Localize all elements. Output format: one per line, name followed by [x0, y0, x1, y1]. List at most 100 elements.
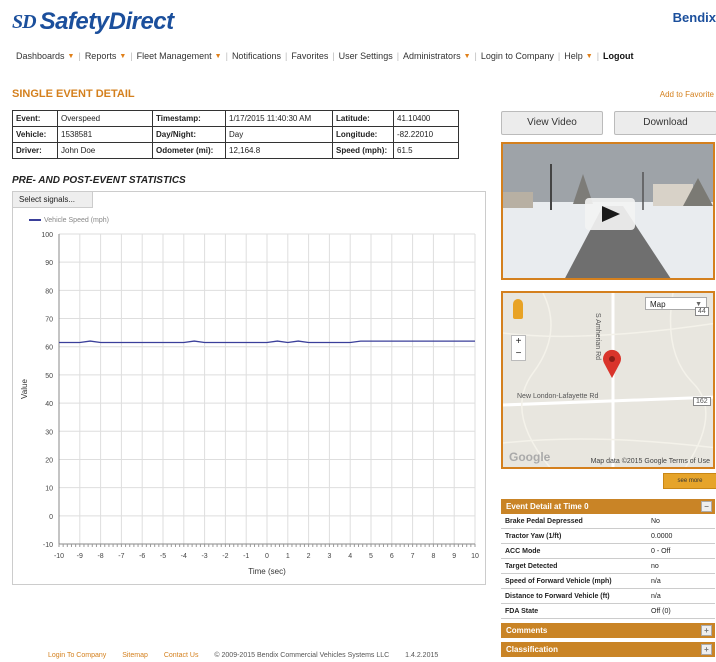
- x-tick-label: -4: [181, 553, 187, 560]
- y-tick-label: 60: [45, 345, 53, 352]
- detail-value: 0.0000: [647, 528, 715, 544]
- add-to-favorite-link[interactable]: Add to Favorite: [660, 90, 714, 99]
- chart-container: Select signals... -10 -9 -8 -7 -6 -5 -4 -3 -2 -1 0…: [12, 191, 486, 585]
- detail-label: Target Detected: [501, 558, 647, 574]
- map-type-label: Map: [650, 300, 666, 309]
- nav-dashboards[interactable]: Dashboards ▼: [12, 51, 78, 61]
- play-icon: [602, 206, 620, 222]
- table-row: Distance to Forward Vehicle (ft) n/a: [501, 588, 715, 604]
- table-row: ACC Mode 0 - Off: [501, 543, 715, 559]
- detail-label: Tractor Yaw (1/ft): [501, 528, 647, 544]
- zoom-out-button[interactable]: −: [512, 348, 525, 360]
- y-tick-label: 0: [49, 514, 53, 521]
- see-more-button[interactable]: see more: [663, 473, 716, 489]
- main-nav: Dashboards ▼ | Reports ▼ | Fleet Managemen…: [12, 51, 638, 61]
- comments-panel: Comments +: [501, 623, 715, 638]
- x-tick-label: -6: [139, 553, 145, 560]
- x-tick-label: 8: [431, 553, 435, 560]
- view-video-button[interactable]: View Video: [501, 111, 603, 135]
- nav-user-settings[interactable]: User Settings: [335, 51, 397, 61]
- road-label-vertical: S Amherian Rd: [594, 313, 601, 361]
- download-button[interactable]: Download: [614, 111, 716, 135]
- daynight-value: Day: [225, 126, 333, 143]
- nav-help[interactable]: Help ▼: [560, 51, 596, 61]
- route-badge: 44: [695, 307, 709, 316]
- event-detail-panel: Event Detail at Time 0 − Brake Pedal Dep…: [501, 499, 715, 619]
- detail-label: Brake Pedal Depressed: [501, 514, 647, 529]
- footer-version: 1.4.2.2015: [405, 652, 439, 659]
- nav-favorites[interactable]: Favorites: [287, 51, 332, 61]
- event-label: Event:: [12, 110, 58, 127]
- play-button[interactable]: [585, 198, 635, 230]
- x-tick-label: 10: [471, 553, 479, 560]
- latitude-value: 41.10400: [393, 110, 459, 127]
- detail-value: n/a: [647, 573, 715, 589]
- event-detail-header[interactable]: Event Detail at Time 0 −: [501, 499, 715, 514]
- table-row: Tractor Yaw (1/ft) 0.0000: [501, 528, 715, 544]
- y-tick-label: 40: [45, 401, 53, 408]
- classification-panel: Classification +: [501, 642, 715, 657]
- x-tick-label: -3: [201, 553, 207, 560]
- collapse-icon[interactable]: −: [701, 501, 712, 512]
- video-player[interactable]: [501, 142, 715, 280]
- map-attribution[interactable]: Map data ©2015 Google Terms of Use: [591, 458, 710, 465]
- driver-label: Driver:: [12, 142, 58, 159]
- road-minor: [521, 293, 552, 467]
- table-row: Target Detected no: [501, 558, 715, 574]
- vehicle-label: Vehicle:: [12, 126, 58, 143]
- detail-value: n/a: [647, 588, 715, 604]
- comments-header[interactable]: Comments +: [501, 623, 715, 638]
- x-tick-label: 0: [265, 553, 269, 560]
- nav-login-to-company[interactable]: Login to Company: [477, 51, 558, 61]
- detail-label: FDA State: [501, 603, 647, 619]
- longitude-label: Longitude:: [332, 126, 394, 143]
- legend-label: Vehicle Speed (mph): [44, 217, 109, 224]
- nav-reports[interactable]: Reports ▼: [81, 51, 130, 61]
- footer-login-link[interactable]: Login To Company: [48, 652, 106, 659]
- y-tick-label: 20: [45, 457, 53, 464]
- safetydirect-logo[interactable]: SD SafetyDirect: [12, 8, 174, 36]
- map-pin-icon[interactable]: [601, 349, 623, 379]
- speed-value: 61.5: [393, 142, 459, 159]
- logo-text: SafetyDirect: [39, 8, 175, 35]
- nav-label: Administrators: [403, 51, 461, 61]
- pegman-icon[interactable]: [513, 299, 523, 319]
- zoom-in-button[interactable]: +: [512, 336, 525, 348]
- expand-icon[interactable]: +: [701, 644, 712, 655]
- event-info-table: Event: Overspeed Timestamp: 1/17/2015 11…: [12, 110, 459, 159]
- chevron-down-icon: ▼: [463, 52, 471, 60]
- latitude-label: Latitude:: [332, 110, 394, 127]
- chevron-down-icon: ▼: [214, 52, 222, 60]
- x-tick-label: 4: [348, 553, 352, 560]
- y-tick-label: -10: [43, 542, 53, 549]
- y-tick-label: 30: [45, 429, 53, 436]
- nav-logout[interactable]: Logout: [599, 51, 638, 61]
- detail-value: 0 - Off: [647, 543, 715, 559]
- footer-sitemap-link[interactable]: Sitemap: [122, 652, 148, 659]
- nav-label: Reports: [84, 51, 117, 61]
- timestamp-value: 1/17/2015 11:40:30 AM: [225, 110, 333, 127]
- page-title: SINGLE EVENT DETAIL: [12, 88, 135, 100]
- map-widget[interactable]: Map ▼ + − S Amherian Rd New London-Lafaye…: [501, 291, 715, 469]
- nav-notifications[interactable]: Notifications: [228, 51, 285, 61]
- x-tick-label: -5: [160, 553, 166, 560]
- road-minor: [669, 293, 707, 467]
- table-row: Speed of Forward Vehicle (mph) n/a: [501, 573, 715, 589]
- odometer-label: Odometer (mi):: [152, 142, 226, 159]
- video-building: [503, 192, 533, 208]
- footer-contact-link[interactable]: Contact Us: [164, 652, 199, 659]
- speed-label: Speed (mph):: [332, 142, 394, 159]
- classification-header[interactable]: Classification +: [501, 642, 715, 657]
- detail-value: No: [647, 514, 715, 529]
- nav-label: User Settings: [338, 51, 393, 61]
- nav-label: Login to Company: [480, 51, 554, 61]
- route-badge: 162: [693, 397, 711, 406]
- detail-value: Off (0): [647, 603, 715, 619]
- x-tick-label: -9: [77, 553, 83, 560]
- detail-label: ACC Mode: [501, 543, 647, 559]
- nav-administrators[interactable]: Administrators ▼: [399, 51, 474, 61]
- nav-fleet-management[interactable]: Fleet Management ▼: [133, 51, 226, 61]
- expand-icon[interactable]: +: [701, 625, 712, 636]
- y-tick-label: 90: [45, 260, 53, 267]
- longitude-value: -82.22010: [393, 126, 459, 143]
